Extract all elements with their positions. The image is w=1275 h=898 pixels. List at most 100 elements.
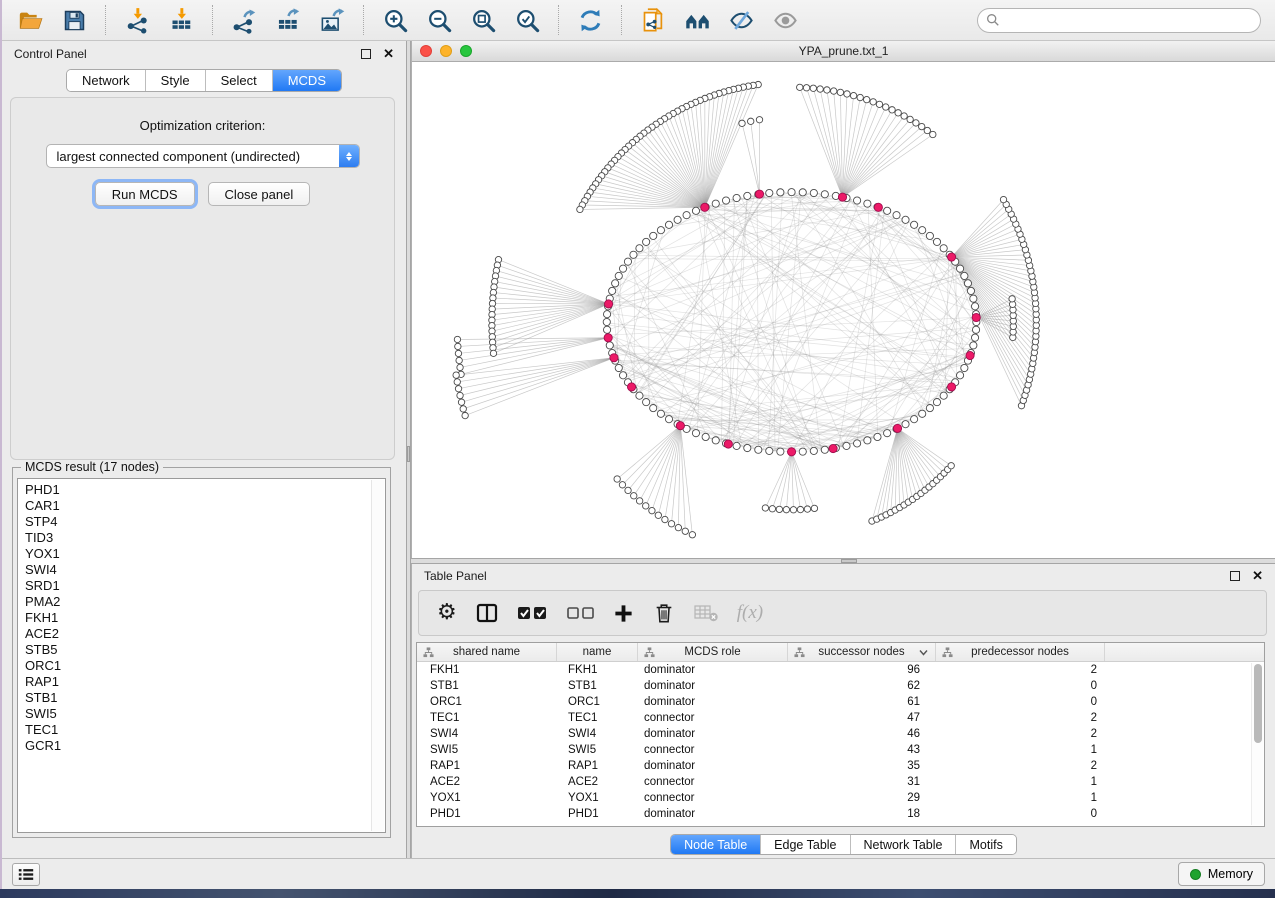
mcds-result-item[interactable]: GCR1 <box>25 738 385 754</box>
search-input[interactable] <box>1005 13 1252 27</box>
column-header-predecessor-nodes[interactable]: predecessor nodes <box>936 643 1105 661</box>
mcds-result-item[interactable]: RAP1 <box>25 674 385 690</box>
task-history-button[interactable] <box>12 863 40 886</box>
memory-button[interactable]: Memory <box>1178 862 1265 886</box>
mcds-result-item[interactable]: TID3 <box>25 530 385 546</box>
zoom-selected-button[interactable] <box>507 3 547 37</box>
close-window-icon[interactable] <box>420 45 432 57</box>
tab-mcds[interactable]: MCDS <box>273 70 341 91</box>
mcds-result-item[interactable]: SWI4 <box>25 562 385 578</box>
column-header-mcds-role[interactable]: MCDS role <box>638 643 788 661</box>
export-table-button[interactable] <box>268 3 308 37</box>
mcds-result-item[interactable]: SRD1 <box>25 578 385 594</box>
table-row[interactable]: ORC1ORC1dominator610 <box>417 694 1264 710</box>
table-cell[interactable]: 0 <box>936 678 1105 694</box>
mcds-result-item[interactable]: ACE2 <box>25 626 385 642</box>
table-row[interactable]: ACE2ACE2connector311 <box>417 774 1264 790</box>
leaf-nodes[interactable] <box>453 81 1040 538</box>
table-cell[interactable]: PHD1 <box>557 806 638 822</box>
save-session-button[interactable] <box>54 3 94 37</box>
table-cell[interactable]: STB1 <box>557 678 638 694</box>
table-cell[interactable]: ORC1 <box>557 694 638 710</box>
table-cell[interactable]: dominator <box>638 662 788 678</box>
table-cell[interactable]: SWI4 <box>417 726 557 742</box>
column-header-name[interactable]: name <box>557 643 638 661</box>
splitter-grip[interactable] <box>841 559 857 563</box>
table-cell[interactable]: 61 <box>788 694 936 710</box>
network-canvas[interactable] <box>412 62 1275 558</box>
table-row[interactable]: TEC1TEC1connector472 <box>417 710 1264 726</box>
table-cell[interactable]: dominator <box>638 758 788 774</box>
table-cell[interactable]: connector <box>638 710 788 726</box>
table-cell[interactable]: connector <box>638 790 788 806</box>
table-cell[interactable]: SWI4 <box>557 726 638 742</box>
table-cell[interactable]: YOX1 <box>417 790 557 806</box>
network-window-titlebar[interactable]: YPA_prune.txt_1 <box>412 41 1275 62</box>
show-columns-button[interactable] <box>476 596 498 630</box>
table-cell[interactable]: PHD1 <box>417 806 557 822</box>
table-cell[interactable]: YOX1 <box>557 790 638 806</box>
mcds-result-item[interactable]: STP4 <box>25 514 385 530</box>
list-scrollbar-track[interactable] <box>371 480 384 831</box>
new-network-button[interactable] <box>633 3 673 37</box>
mcds-result-item[interactable]: SWI5 <box>25 706 385 722</box>
maximize-window-icon[interactable] <box>460 45 472 57</box>
unselect-all-columns-button[interactable] <box>567 596 594 630</box>
table-cell[interactable]: 31 <box>788 774 936 790</box>
mcds-result-item[interactable]: STB1 <box>25 690 385 706</box>
table-cell[interactable]: connector <box>638 742 788 758</box>
table-row[interactable]: STB1STB1dominator620 <box>417 678 1264 694</box>
table-cell[interactable]: 29 <box>788 790 936 806</box>
table-cell[interactable]: 1 <box>936 742 1105 758</box>
import-table-button[interactable] <box>161 3 201 37</box>
column-header-successor-nodes[interactable]: successor nodes <box>788 643 936 661</box>
tab-network[interactable]: Network <box>67 70 146 91</box>
table-cell[interactable]: FKH1 <box>417 662 557 678</box>
float-panel-icon[interactable] <box>361 49 371 59</box>
table-cell[interactable]: ACE2 <box>557 774 638 790</box>
delete-column-button[interactable] <box>653 596 675 630</box>
table-cell[interactable]: 62 <box>788 678 936 694</box>
table-row[interactable]: YOX1YOX1connector291 <box>417 790 1264 806</box>
mcds-result-item[interactable]: CAR1 <box>25 498 385 514</box>
network-canvas-svg[interactable] <box>412 62 1275 558</box>
table-cell[interactable]: 2 <box>936 710 1105 726</box>
tab-edge-table[interactable]: Edge Table <box>761 835 850 854</box>
table-cell[interactable]: 47 <box>788 710 936 726</box>
export-network-button[interactable] <box>224 3 264 37</box>
table-cell[interactable]: FKH1 <box>557 662 638 678</box>
table-cell[interactable]: dominator <box>638 806 788 822</box>
table-cell[interactable]: connector <box>638 774 788 790</box>
table-options-button[interactable]: ⚙ <box>437 596 457 630</box>
select-all-columns-button[interactable] <box>517 596 548 630</box>
table-cell[interactable]: 96 <box>788 662 936 678</box>
table-cell[interactable]: RAP1 <box>417 758 557 774</box>
zoom-fit-button[interactable] <box>463 3 503 37</box>
table-cell[interactable]: 2 <box>936 662 1105 678</box>
table-cell[interactable]: dominator <box>638 678 788 694</box>
table-cell[interactable]: dominator <box>638 694 788 710</box>
mcds-result-item[interactable]: FKH1 <box>25 610 385 626</box>
zoom-in-button[interactable] <box>375 3 415 37</box>
table-row[interactable]: RAP1RAP1dominator352 <box>417 758 1264 774</box>
table-cell[interactable]: 18 <box>788 806 936 822</box>
table-cell[interactable]: TEC1 <box>417 710 557 726</box>
table-cell[interactable]: 1 <box>936 774 1105 790</box>
tab-network-table[interactable]: Network Table <box>851 835 957 854</box>
table-cell[interactable]: ACE2 <box>417 774 557 790</box>
float-panel-icon[interactable] <box>1230 571 1240 581</box>
table-cell[interactable]: 0 <box>936 694 1105 710</box>
close-panel-icon[interactable]: ✕ <box>383 49 394 59</box>
mcds-result-item[interactable]: ORC1 <box>25 658 385 674</box>
open-session-button[interactable] <box>10 3 50 37</box>
table-cell[interactable]: 43 <box>788 742 936 758</box>
first-neighbors-button[interactable] <box>677 3 717 37</box>
mcds-result-item[interactable]: YOX1 <box>25 546 385 562</box>
create-column-button[interactable] <box>613 596 634 630</box>
table-cell[interactable]: STB1 <box>417 678 557 694</box>
toggle-graphics-details-button[interactable] <box>721 3 761 37</box>
table-cell[interactable]: 0 <box>936 806 1105 822</box>
scrollbar-thumb[interactable] <box>1254 664 1262 743</box>
minimize-window-icon[interactable] <box>440 45 452 57</box>
table-cell[interactable]: SWI5 <box>417 742 557 758</box>
